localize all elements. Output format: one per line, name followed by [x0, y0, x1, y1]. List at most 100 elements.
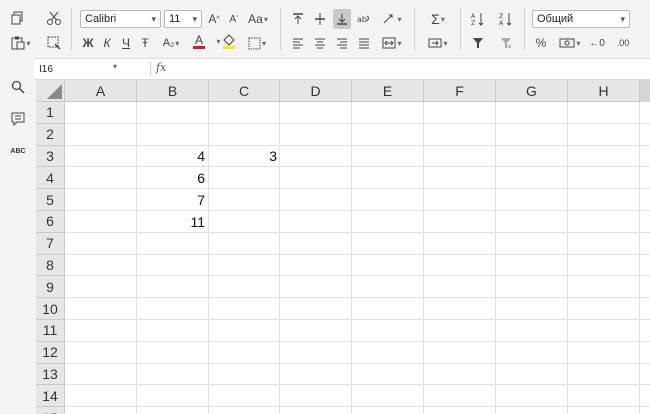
column-header-D[interactable]: D [280, 80, 352, 102]
increase-decimal-button[interactable]: .00 [612, 33, 634, 53]
currency-icon [559, 38, 575, 48]
svg-text:Z: Z [471, 20, 475, 26]
separator [414, 8, 415, 50]
row-header-14[interactable]: 14 [36, 385, 65, 408]
column-header-F[interactable]: F [424, 80, 496, 102]
column-header-A[interactable]: A [65, 80, 137, 102]
svg-text:Z: Z [499, 13, 503, 20]
comment-icon[interactable] [9, 110, 27, 128]
number-format-select[interactable]: Общий ▾ [532, 10, 630, 28]
sort-ascending-icon[interactable]: AZ [468, 9, 488, 29]
row-header-9[interactable]: 9 [36, 276, 65, 299]
row-header-7[interactable]: 7 [36, 232, 65, 255]
chevron-down-icon: ▾ [112, 62, 117, 71]
align-center-icon[interactable] [311, 33, 329, 53]
font-color-button[interactable]: А [186, 31, 212, 51]
row-header-2[interactable]: 2 [36, 123, 65, 146]
cell-B5[interactable]: 7 [137, 189, 209, 211]
select-all-button[interactable] [36, 80, 65, 102]
column-header-C[interactable]: C [209, 80, 280, 102]
row-header-8[interactable]: 8 [36, 254, 65, 277]
search-icon[interactable] [9, 78, 27, 96]
subscript-button[interactable]: A₂ ▾ [157, 33, 185, 53]
paste-icon[interactable]: ▾ [6, 33, 36, 53]
italic-label: К [103, 36, 111, 50]
align-middle-icon[interactable] [311, 9, 329, 29]
sort-descending-icon[interactable]: ZA [496, 9, 516, 29]
insert-function-button[interactable]: fx [156, 61, 166, 74]
row-header-3[interactable]: 3 [36, 145, 65, 168]
row-header-10[interactable]: 10 [36, 298, 65, 320]
column-header-G[interactable]: G [496, 80, 568, 102]
percent-style-button[interactable]: % [532, 33, 550, 53]
cut-icon[interactable] [44, 8, 64, 28]
format-painter-icon[interactable] [44, 33, 64, 53]
increase-font-size-button[interactable]: A ^ [206, 9, 222, 29]
row-header-12[interactable]: 12 [36, 341, 65, 364]
row-header-13[interactable]: 13 [36, 363, 65, 386]
row-header-6[interactable]: 6 [36, 211, 65, 233]
spreadsheet-grid[interactable]: ABCDEFGH123456789101112131415436711 [36, 80, 650, 414]
cell-B6[interactable]: 11 [137, 211, 209, 233]
underline-button[interactable]: Ч [118, 33, 134, 53]
merge-cells-button[interactable]: ▾ [378, 33, 406, 53]
spelling-icon[interactable]: ABC [9, 142, 27, 160]
increase-decimal-label: .00 [616, 38, 630, 48]
align-right-icon[interactable] [333, 33, 351, 53]
autosum-button[interactable]: Σ ▾ [424, 9, 452, 29]
borders-button[interactable]: ▾ [244, 33, 270, 53]
fill-icon [428, 38, 442, 48]
align-bottom-icon[interactable] [333, 9, 351, 29]
column-header-E[interactable]: E [352, 80, 424, 102]
gridline [65, 297, 650, 299]
wrap-text-icon[interactable]: ab [355, 9, 373, 29]
ribbon: ▾ Calibri ▾ 11 ▾ A ^ Aˇ Aa ▾ Ж К Ч Ŧ A₂ ▾ А… [0, 0, 650, 58]
merge-icon [382, 37, 396, 49]
row-header-1[interactable]: 1 [36, 102, 65, 124]
name-box-value: I16 [39, 63, 53, 75]
formula-bar: I16 ▾ fx [34, 58, 650, 80]
row-header-11[interactable]: 11 [36, 320, 65, 342]
column-header-B[interactable]: B [137, 80, 209, 102]
percent-label: % [535, 36, 547, 50]
font-size-value: 11 [169, 13, 181, 25]
currency-format-button[interactable]: ▾ [556, 33, 584, 53]
clear-filter-icon[interactable] [496, 33, 516, 53]
name-box[interactable]: I16 ▾ [36, 61, 120, 77]
decrease-font-size-button[interactable]: Aˇ [226, 9, 242, 29]
scrollbar[interactable] [640, 80, 650, 102]
copy-icon[interactable] [8, 8, 28, 28]
cell-C3[interactable]: 3 [209, 146, 281, 168]
row-header-4[interactable]: 4 [36, 167, 65, 190]
align-left-icon[interactable] [289, 33, 307, 53]
font-size-select[interactable]: 11 ▾ [164, 10, 202, 28]
filter-icon[interactable] [468, 33, 488, 53]
gridline [351, 102, 352, 414]
gridline [65, 362, 650, 364]
cell-B3[interactable]: 4 [137, 146, 209, 168]
subscript-label: A₂ [162, 37, 175, 49]
gridline [65, 406, 650, 408]
orientation-button[interactable]: ▾ [379, 9, 405, 29]
strikethrough-button[interactable]: Ŧ [137, 33, 153, 53]
fill-button[interactable]: ▾ [424, 33, 452, 53]
cell-B4[interactable]: 6 [137, 167, 209, 189]
svg-text:A: A [471, 13, 476, 20]
row-header-15[interactable]: 15 [36, 407, 65, 414]
decrease-decimal-button[interactable]: ←0 [586, 33, 608, 53]
fill-color-button[interactable] [216, 31, 242, 51]
justify-icon[interactable] [355, 33, 373, 53]
italic-button[interactable]: К [99, 33, 115, 53]
column-header-H[interactable]: H [568, 80, 640, 102]
gridline [65, 253, 650, 255]
align-top-icon[interactable] [289, 9, 307, 29]
bold-button[interactable]: Ж [80, 33, 96, 53]
font-name-select[interactable]: Calibri ▾ [80, 10, 161, 28]
font-color-bar [193, 45, 205, 49]
change-case-button[interactable]: Aa ▾ [245, 9, 271, 29]
chevron-down-icon: ▾ [192, 14, 197, 24]
font-name-value: Calibri [85, 13, 117, 25]
number-format-value: Общий [537, 13, 574, 25]
gridline [65, 384, 650, 386]
row-header-5[interactable]: 5 [36, 189, 65, 211]
